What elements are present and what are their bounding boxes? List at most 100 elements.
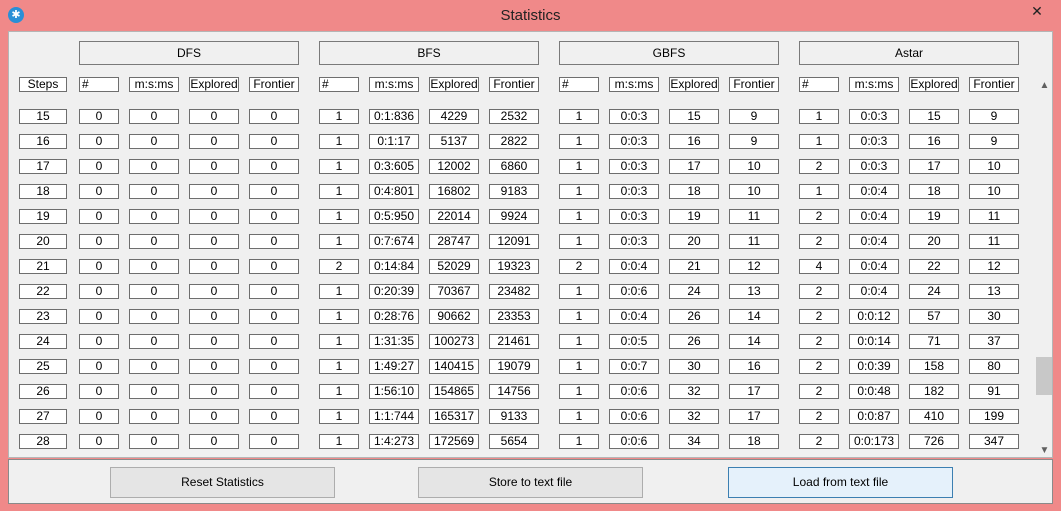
astar-cell[interactable]: 11 xyxy=(969,234,1019,249)
dfs-cell[interactable]: 0 xyxy=(249,209,299,224)
astar-cell[interactable]: 2 xyxy=(799,334,839,349)
dfs-cell[interactable]: 0 xyxy=(249,134,299,149)
astar-cell[interactable]: 1 xyxy=(799,184,839,199)
gbfs-cell[interactable]: 32 xyxy=(669,409,719,424)
astar-cell[interactable]: 2 xyxy=(799,359,839,374)
astar-cell[interactable]: 2 xyxy=(799,234,839,249)
bfs-cell[interactable]: 1:49:27 xyxy=(369,359,419,374)
gbfs-cell[interactable]: 1 xyxy=(559,109,599,124)
dfs-cell[interactable]: 0 xyxy=(79,159,119,174)
gbfs-cell[interactable]: 17 xyxy=(729,409,779,424)
bfs-cell[interactable]: 1 xyxy=(319,284,359,299)
bfs-cell[interactable]: 1 xyxy=(319,334,359,349)
gbfs-cell[interactable]: 30 xyxy=(669,359,719,374)
bfs-cell[interactable]: 0:1:836 xyxy=(369,109,419,124)
bfs-cell[interactable]: 1 xyxy=(319,234,359,249)
gbfs-cell[interactable]: 1 xyxy=(559,209,599,224)
astar-cell[interactable]: 1 xyxy=(799,134,839,149)
dfs-cell[interactable]: 0 xyxy=(249,309,299,324)
dfs-cell[interactable]: 0 xyxy=(189,134,239,149)
dfs-cell[interactable]: 0 xyxy=(79,284,119,299)
astar-cell[interactable]: 10 xyxy=(969,159,1019,174)
dfs-cell[interactable]: 0 xyxy=(79,334,119,349)
dfs-cell[interactable]: 0 xyxy=(79,259,119,274)
dfs-cell[interactable]: 0 xyxy=(79,434,119,449)
astar-cell[interactable]: 91 xyxy=(969,384,1019,399)
bfs-cell[interactable]: 140415 xyxy=(429,359,479,374)
dfs-cell[interactable]: 0 xyxy=(129,384,179,399)
astar-cell[interactable]: 0:0:48 xyxy=(849,384,899,399)
astar-cell[interactable]: 15 xyxy=(909,109,959,124)
bfs-cell[interactable]: 1 xyxy=(319,309,359,324)
gbfs-cell[interactable]: 1 xyxy=(559,284,599,299)
gbfs-cell[interactable]: 0:0:6 xyxy=(609,284,659,299)
gbfs-cell[interactable]: 0:0:3 xyxy=(609,109,659,124)
dfs-cell[interactable]: 0 xyxy=(129,434,179,449)
astar-cell[interactable]: 0:0:87 xyxy=(849,409,899,424)
dfs-cell[interactable]: 0 xyxy=(189,209,239,224)
bfs-cell[interactable]: 2532 xyxy=(489,109,539,124)
bfs-cell[interactable]: 154865 xyxy=(429,384,479,399)
astar-cell[interactable]: 0:0:4 xyxy=(849,259,899,274)
bfs-cell[interactable]: 2822 xyxy=(489,134,539,149)
astar-cell[interactable]: 347 xyxy=(969,434,1019,449)
astar-cell[interactable]: 726 xyxy=(909,434,959,449)
bfs-cell[interactable]: 28747 xyxy=(429,234,479,249)
steps-cell[interactable]: 21 xyxy=(19,259,67,274)
astar-cell[interactable]: 199 xyxy=(969,409,1019,424)
gbfs-cell[interactable]: 0:0:6 xyxy=(609,434,659,449)
gbfs-cell[interactable]: 20 xyxy=(669,234,719,249)
astar-cell[interactable]: 37 xyxy=(969,334,1019,349)
gbfs-cell[interactable]: 26 xyxy=(669,309,719,324)
steps-cell[interactable]: 24 xyxy=(19,334,67,349)
dfs-cell[interactable]: 0 xyxy=(129,259,179,274)
dfs-cell[interactable]: 0 xyxy=(189,334,239,349)
gbfs-cell[interactable]: 32 xyxy=(669,384,719,399)
gbfs-cell[interactable]: 26 xyxy=(669,334,719,349)
bfs-cell[interactable]: 165317 xyxy=(429,409,479,424)
dfs-cell[interactable]: 0 xyxy=(79,384,119,399)
dfs-cell[interactable]: 0 xyxy=(79,109,119,124)
bfs-cell[interactable]: 0:20:39 xyxy=(369,284,419,299)
astar-cell[interactable]: 0:0:4 xyxy=(849,184,899,199)
steps-cell[interactable]: 15 xyxy=(19,109,67,124)
bfs-cell[interactable]: 0:14:84 xyxy=(369,259,419,274)
gbfs-cell[interactable]: 0:0:3 xyxy=(609,184,659,199)
bfs-cell[interactable]: 14756 xyxy=(489,384,539,399)
gbfs-cell[interactable]: 0:0:4 xyxy=(609,309,659,324)
dfs-cell[interactable]: 0 xyxy=(79,184,119,199)
dfs-cell[interactable]: 0 xyxy=(129,234,179,249)
dfs-cell[interactable]: 0 xyxy=(129,409,179,424)
steps-cell[interactable]: 20 xyxy=(19,234,67,249)
dfs-cell[interactable]: 0 xyxy=(249,409,299,424)
astar-cell[interactable]: 0:0:173 xyxy=(849,434,899,449)
astar-cell[interactable]: 2 xyxy=(799,159,839,174)
bfs-cell[interactable]: 4229 xyxy=(429,109,479,124)
gbfs-cell[interactable]: 13 xyxy=(729,284,779,299)
astar-cell[interactable]: 0:0:12 xyxy=(849,309,899,324)
bfs-cell[interactable]: 0:4:801 xyxy=(369,184,419,199)
dfs-cell[interactable]: 0 xyxy=(129,334,179,349)
bfs-cell[interactable]: 1:31:35 xyxy=(369,334,419,349)
dfs-cell[interactable]: 0 xyxy=(129,159,179,174)
gbfs-cell[interactable]: 12 xyxy=(729,259,779,274)
bfs-cell[interactable]: 23353 xyxy=(489,309,539,324)
gbfs-cell[interactable]: 16 xyxy=(729,359,779,374)
bfs-cell[interactable]: 5137 xyxy=(429,134,479,149)
astar-cell[interactable]: 11 xyxy=(969,209,1019,224)
gbfs-cell[interactable]: 2 xyxy=(559,259,599,274)
gbfs-cell[interactable]: 1 xyxy=(559,409,599,424)
bfs-cell[interactable]: 1 xyxy=(319,359,359,374)
scroll-down-icon[interactable]: ▼ xyxy=(1036,442,1052,457)
gbfs-cell[interactable]: 24 xyxy=(669,284,719,299)
gbfs-cell[interactable]: 34 xyxy=(669,434,719,449)
dfs-cell[interactable]: 0 xyxy=(189,159,239,174)
astar-cell[interactable]: 2 xyxy=(799,384,839,399)
astar-cell[interactable]: 0:0:3 xyxy=(849,159,899,174)
bfs-cell[interactable]: 0:28:76 xyxy=(369,309,419,324)
astar-cell[interactable]: 13 xyxy=(969,284,1019,299)
steps-cell[interactable]: 27 xyxy=(19,409,67,424)
dfs-cell[interactable]: 0 xyxy=(189,359,239,374)
bfs-cell[interactable]: 70367 xyxy=(429,284,479,299)
astar-cell[interactable]: 0:0:4 xyxy=(849,284,899,299)
